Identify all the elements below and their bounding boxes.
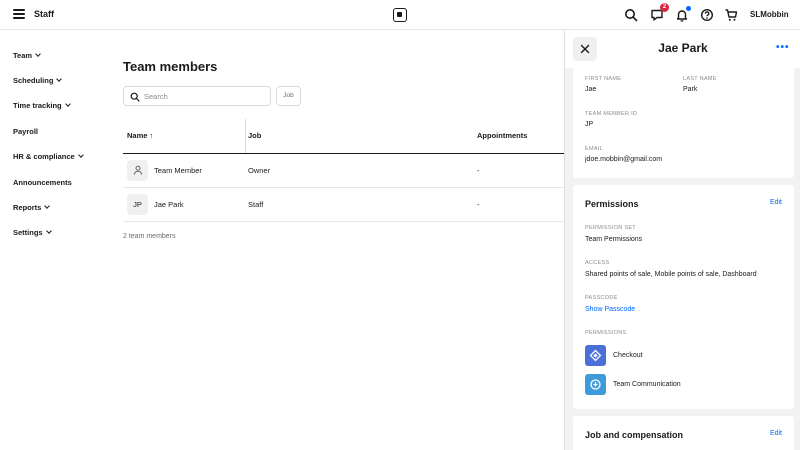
job-compensation-edit-link[interactable]: Edit: [770, 430, 782, 437]
permission-checkout-label: Checkout: [613, 352, 643, 359]
job-compensation-title: Job and compensation: [585, 430, 684, 440]
sidebar-item-team[interactable]: Team: [13, 51, 41, 60]
team-communication-icon: [585, 374, 606, 395]
column-header-job: Job: [248, 131, 262, 140]
email-label: EMAIL: [585, 146, 604, 152]
sidebar-item-scheduling[interactable]: Scheduling: [13, 76, 63, 85]
email-value: jdoe.mobbin@gmail.com: [585, 156, 663, 163]
job-compensation-card: Job and compensation Edit: [573, 416, 794, 450]
avatar: [127, 160, 148, 181]
member-detail-panel: Jae Park ••• FIRST NAME Jae LAST NAME Pa…: [564, 30, 800, 450]
search-field[interactable]: [123, 86, 271, 106]
sidebar-item-settings[interactable]: Settings: [13, 228, 52, 237]
first-name-value: Jae: [585, 86, 597, 93]
person-icon: [133, 165, 142, 175]
chevron-down-icon: [35, 51, 41, 57]
column-divider: [245, 119, 246, 153]
cart-icon[interactable]: [724, 8, 738, 22]
chevron-down-icon: [45, 228, 52, 234]
last-name-label: LAST NAME: [683, 76, 717, 82]
sidebar-item-payroll[interactable]: Payroll: [13, 127, 38, 136]
access-value: Shared points of sale, Mobile points of …: [585, 271, 757, 278]
member-job: Owner: [248, 166, 271, 175]
member-job: Staff: [248, 200, 264, 209]
permission-team-communication-label: Team Communication: [613, 381, 681, 388]
column-header-name[interactable]: Name ↑: [127, 119, 153, 153]
chat-icon[interactable]: 2: [650, 3, 669, 22]
member-name: Team Member: [154, 166, 202, 175]
member-appointments: -: [477, 200, 480, 209]
first-name-label: FIRST NAME: [585, 76, 622, 82]
permission-set-label: PERMISSION SET: [585, 225, 636, 231]
chevron-down-icon: [56, 76, 63, 82]
sidebar-item-hr-compliance[interactable]: HR & compliance: [13, 152, 84, 161]
team-member-id-label: TEAM MEMBER ID: [585, 111, 638, 117]
permissions-card: Permissions Edit PERMISSION SET Team Per…: [573, 185, 794, 409]
sidebar-item-time-tracking[interactable]: Time tracking: [13, 101, 71, 110]
chevron-down-icon: [44, 203, 51, 209]
team-member-id-value: JP: [585, 121, 594, 128]
more-options-button[interactable]: •••: [776, 42, 790, 53]
chevron-down-icon: [64, 101, 71, 107]
member-name: Jae Park: [154, 200, 184, 209]
square-logo-icon[interactable]: [393, 8, 407, 22]
checkout-icon: [585, 345, 606, 366]
show-passcode-link[interactable]: Show Passcode: [585, 306, 635, 313]
bell-icon[interactable]: [675, 6, 691, 22]
sort-ascending-icon: ↑: [149, 131, 154, 140]
account-name[interactable]: SLMobbin: [750, 10, 789, 19]
avatar: JP: [127, 194, 148, 215]
sidebar-item-announcements[interactable]: Announcements: [13, 178, 72, 187]
permission-set-value: Team Permissions: [585, 236, 643, 243]
search-input[interactable]: [144, 89, 264, 103]
member-count: 2 team members: [123, 233, 176, 240]
help-icon[interactable]: [700, 8, 714, 22]
notification-dot: [686, 6, 691, 11]
job-filter-button[interactable]: Job: [276, 86, 301, 106]
app-title: Staff: [34, 9, 54, 19]
sidebar-item-reports[interactable]: Reports: [13, 203, 51, 212]
permissions-edit-link[interactable]: Edit: [770, 199, 782, 206]
table-row[interactable]: JP Jae Park Staff -: [123, 188, 564, 222]
hamburger-icon[interactable]: [13, 9, 25, 19]
top-bar: Staff 2 SLMobbin: [0, 0, 800, 30]
notification-badge: 2: [660, 3, 669, 12]
panel-title: Jae Park: [658, 41, 708, 55]
search-icon: [130, 92, 140, 102]
member-appointments: -: [477, 166, 480, 175]
access-label: ACCESS: [585, 260, 610, 266]
permissions-title: Permissions: [585, 199, 639, 209]
chevron-down-icon: [77, 152, 84, 158]
table-row[interactable]: Team Member Owner -: [123, 154, 564, 188]
last-name-value: Park: [683, 86, 698, 93]
profile-card: FIRST NAME Jae LAST NAME Park TEAM MEMBE…: [573, 62, 794, 178]
search-icon[interactable]: [624, 8, 638, 22]
passcode-label: PASSCODE: [585, 295, 618, 301]
page-title: Team members: [123, 59, 218, 74]
permissions-list-label: PERMISSIONS: [585, 330, 627, 336]
column-header-appointments: Appointments: [477, 131, 528, 140]
